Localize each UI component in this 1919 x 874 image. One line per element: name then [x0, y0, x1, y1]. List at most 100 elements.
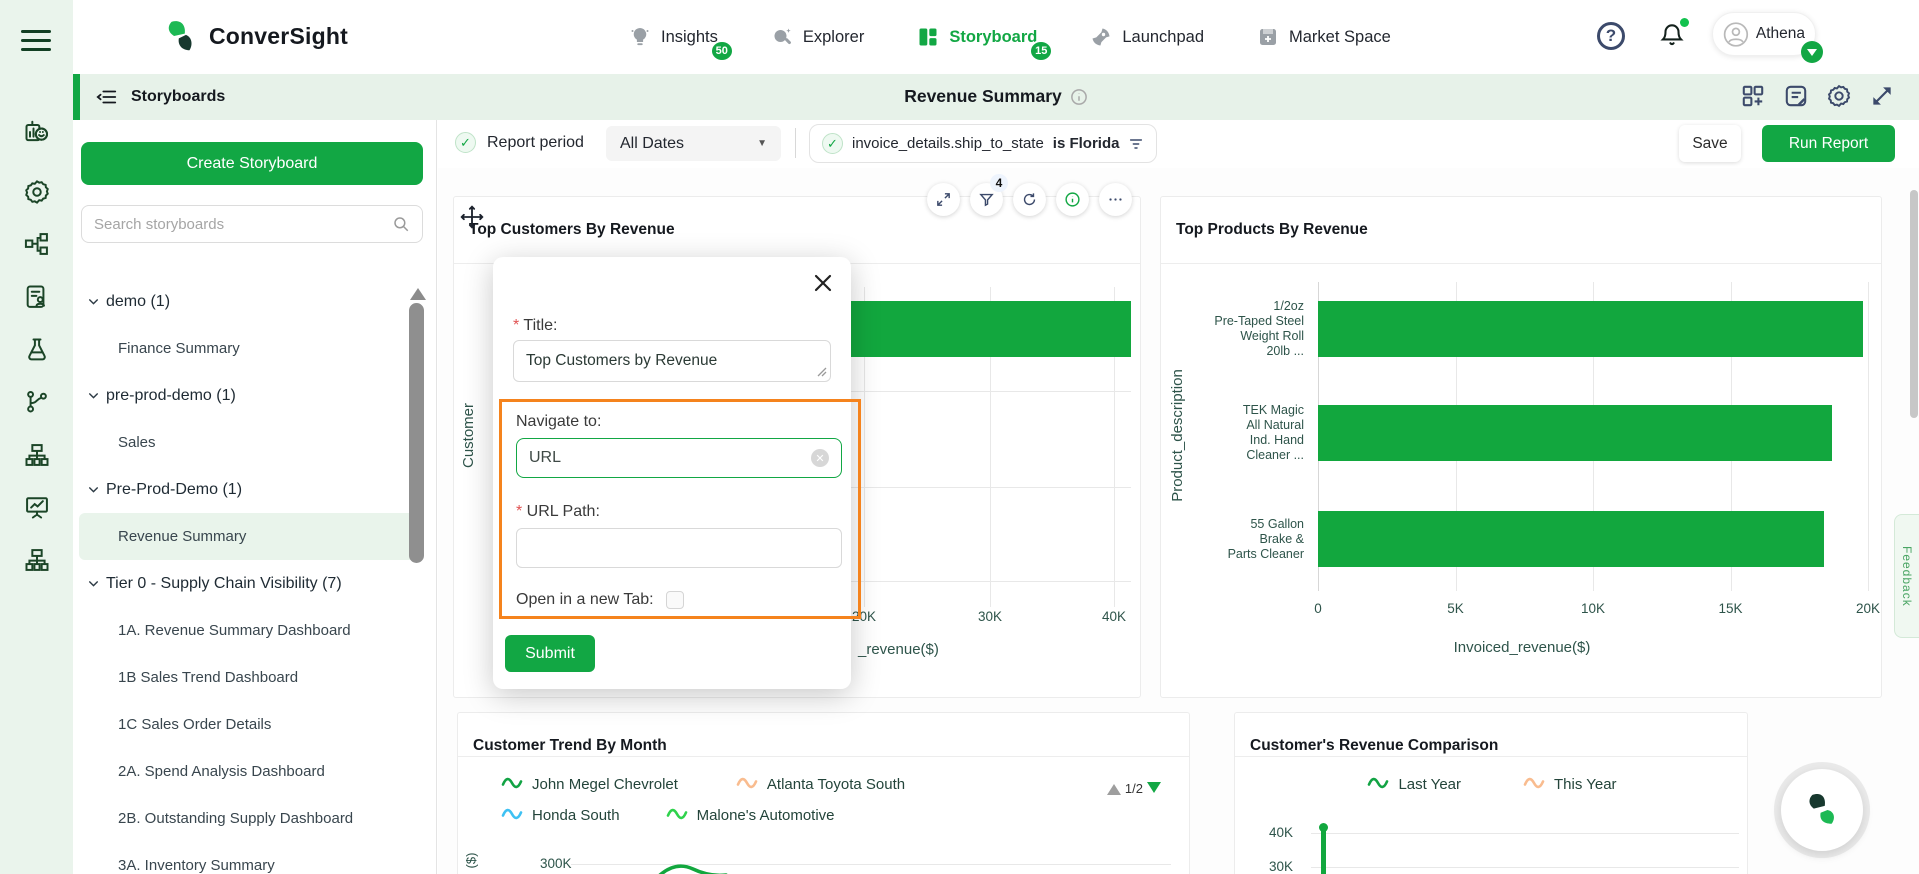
flow-icon[interactable] [23, 230, 51, 258]
title-input[interactable] [513, 340, 831, 382]
check-icon[interactable]: ✓ [455, 132, 476, 153]
tree-label: demo (1) [106, 293, 170, 311]
tree-item-1b-sales-trend-dashboard[interactable]: 1B Sales Trend Dashboard [73, 654, 421, 701]
products-category-label: TEK Magic All Natural Ind. Hand Cleaner … [1169, 403, 1304, 463]
insights-icon [628, 25, 652, 49]
save-button[interactable]: Save [1679, 125, 1741, 162]
clear-selection-icon[interactable]: ✕ [811, 449, 829, 467]
search-icon[interactable] [392, 215, 410, 233]
submit-button[interactable]: Submit [505, 635, 595, 672]
comparison-legend: Last Year This Year [1235, 775, 1749, 794]
chevron-down-icon[interactable] [87, 483, 100, 496]
run-report-button[interactable]: Run Report [1762, 125, 1895, 162]
tree-label: 1A. Revenue Summary Dashboard [118, 622, 351, 639]
info-widget-icon[interactable] [1056, 183, 1089, 216]
tree-group-tier-0-supply-chain-visibility-7-[interactable]: Tier 0 - Supply Chain Visibility (7) [73, 560, 421, 607]
user-menu[interactable]: Athena [1712, 12, 1816, 56]
notifications-bell-icon[interactable] [1659, 20, 1687, 50]
branch-icon[interactable] [23, 388, 51, 416]
hierarchy-icon[interactable] [23, 441, 51, 469]
divider [1161, 263, 1881, 264]
settings-icon[interactable] [23, 178, 51, 206]
legend-item-honda-south[interactable]: Honda South [501, 806, 620, 825]
report-icon[interactable] [23, 283, 51, 311]
hamburger-menu-icon[interactable] [21, 24, 51, 57]
tree-item-1c-sales-order-details[interactable]: 1C Sales Order Details [73, 701, 421, 748]
create-storyboard-button[interactable]: Create Storyboard [81, 142, 423, 185]
url-path-input[interactable] [516, 528, 842, 568]
app: ConverSight Insights50 Explorer Storyboard… [0, 0, 1919, 874]
products-xtick: 20K [1856, 601, 1880, 616]
products-bar[interactable] [1318, 405, 1832, 461]
widget-top-products-by-revenue: Top Products By Revenue Product_descript… [1160, 196, 1882, 698]
navigate-to-select[interactable]: URL ✕ [516, 438, 842, 478]
ship-to-state-filter-chip[interactable]: ✓ invoice_details.ship_to_state is Flori… [809, 124, 1157, 163]
chevron-down-icon[interactable] [87, 577, 100, 590]
org-icon[interactable] [23, 546, 51, 574]
tree-item-revenue-summary[interactable]: Revenue Summary [79, 513, 415, 560]
tree-group-demo-1-[interactable]: demo (1) [73, 278, 421, 325]
trend-legend-row1: John Megel Chevrolet Atlanta Toyota South [501, 775, 905, 794]
help-icon[interactable]: ? [1597, 22, 1625, 50]
tree-item-2b-outstanding-supply-dashboard[interactable]: 2B. Outstanding Supply Dashboard [73, 795, 421, 842]
athena-chat-bubble[interactable] [1781, 769, 1863, 851]
feedback-tab[interactable]: Feedback [1894, 514, 1919, 638]
tree-group-pre-prod-demo-1-[interactable]: pre-prod-demo (1) [73, 372, 421, 419]
presentation-icon[interactable] [23, 493, 51, 521]
products-bar[interactable] [1318, 301, 1863, 357]
sidebar-scroll-up-icon[interactable] [410, 280, 426, 300]
line-series-icon [1523, 775, 1545, 794]
tree-item-3a-inventory-summary[interactable]: 3A. Inventory Summary [73, 842, 421, 874]
legend-item-last-year[interactable]: Last Year [1367, 775, 1461, 794]
open-new-tab-checkbox[interactable] [666, 591, 684, 609]
url-path-label: URL Path: [516, 503, 600, 521]
funnel-icon[interactable] [1128, 136, 1144, 152]
settings-gear-icon[interactable] [1826, 83, 1852, 109]
products-category-label: 1/2oz Pre-Taped Steel Weight Roll 20lb .… [1169, 299, 1304, 359]
reset-widget-icon[interactable] [1013, 183, 1046, 216]
tree-item-1a-revenue-summary-dashboard[interactable]: 1A. Revenue Summary Dashboard [73, 607, 421, 654]
tree-group-pre-prod-demo-1-[interactable]: Pre-Prod-Demo (1) [73, 466, 421, 513]
legend-item-atlanta-toyota-south[interactable]: Atlanta Toyota South [736, 775, 905, 794]
products-bar[interactable] [1318, 511, 1824, 567]
legend-page-up-icon[interactable] [1107, 777, 1121, 795]
lab-icon[interactable] [23, 336, 51, 364]
persona-icon[interactable] [23, 118, 51, 146]
fullscreen-icon[interactable] [1869, 83, 1895, 109]
more-widget-icon[interactable] [1099, 183, 1132, 216]
tab-insights[interactable]: Insights50 [628, 25, 718, 49]
textarea-resize-grip[interactable] [815, 365, 827, 377]
legend-item-this-year[interactable]: This Year [1523, 775, 1617, 794]
tree-label: 2B. Outstanding Supply Dashboard [118, 810, 353, 827]
notes-icon[interactable] [1783, 83, 1809, 109]
tab-badge: 15 [1029, 40, 1053, 62]
expand-widget-icon[interactable] [927, 183, 960, 216]
tree-item-2a-spend-analysis-dashboard[interactable]: 2A. Spend Analysis Dashboard [73, 748, 421, 795]
close-icon[interactable] [811, 271, 835, 295]
filter-widget-icon[interactable]: 4 [970, 183, 1003, 216]
sidebar-scrollbar[interactable] [409, 303, 424, 563]
search-input[interactable] [94, 216, 384, 233]
legend-item-john-megel-chevrolet[interactable]: John Megel Chevrolet [501, 775, 678, 794]
page-scrollbar[interactable] [1910, 190, 1918, 418]
legend-page-down-icon[interactable] [1147, 782, 1161, 800]
widget-title: Top Customers By Revenue [469, 221, 675, 239]
title-info-icon[interactable] [1070, 88, 1088, 106]
tab-explorer[interactable]: Explorer [770, 25, 864, 49]
check-icon[interactable]: ✓ [822, 133, 843, 154]
add-widget-icon[interactable] [1740, 83, 1766, 109]
tab-market-space[interactable]: Market Space [1256, 25, 1391, 49]
legend-item-malone-s-automotive[interactable]: Malone's Automotive [666, 806, 835, 825]
tree-item-finance-summary[interactable]: Finance Summary [73, 325, 421, 372]
customers-xtick: 30K [978, 609, 1002, 624]
widget-move-handle-icon[interactable] [459, 204, 485, 230]
chevron-down-icon[interactable] [87, 389, 100, 402]
chevron-down-icon[interactable] [87, 295, 100, 308]
tab-storyboard[interactable]: Storyboard15 [916, 25, 1037, 49]
report-period-select[interactable]: All Dates ▼ [606, 126, 781, 161]
chip-field: invoice_details.ship_to_state [852, 135, 1044, 152]
tree-item-sales[interactable]: Sales [73, 419, 421, 466]
tab-launchpad[interactable]: Launchpad [1089, 25, 1204, 49]
trend-line-peek [658, 861, 728, 874]
conversight-logo[interactable]: ConverSight [161, 17, 348, 55]
